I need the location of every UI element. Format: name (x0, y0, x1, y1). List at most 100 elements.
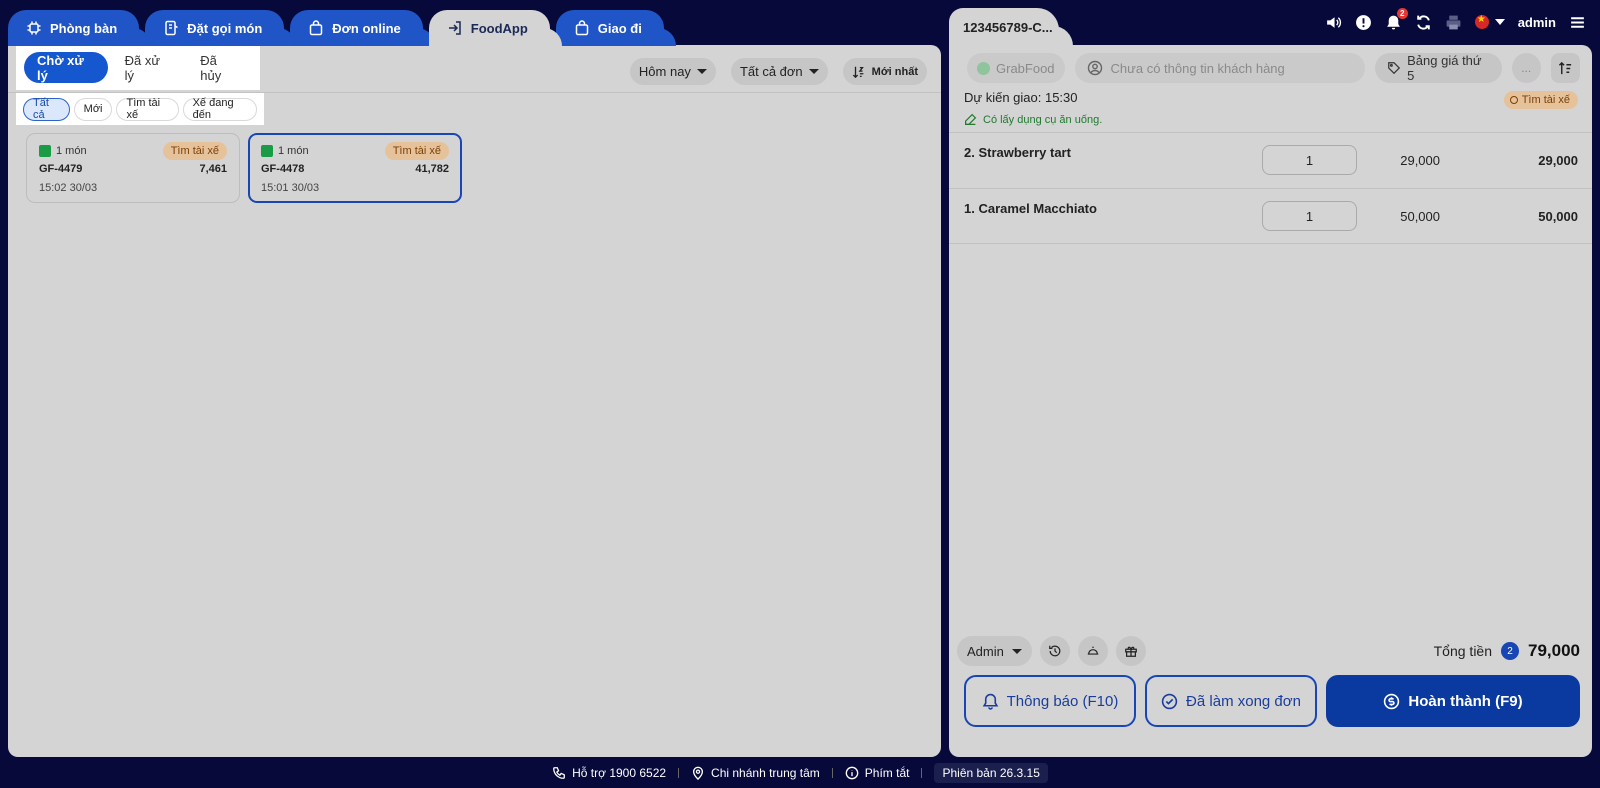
notify-button[interactable]: Thông báo (F10) (964, 675, 1136, 727)
phone-icon (552, 766, 566, 780)
tab-foodapp[interactable]: FoodApp (428, 10, 562, 46)
bag-icon (308, 20, 324, 36)
tab-phong-ban[interactable]: Phòng bàn (8, 10, 152, 46)
item-quantity-input[interactable]: 1 (1262, 145, 1357, 175)
order-type-dropdown[interactable]: Tất cả đơn (730, 58, 828, 85)
tab-label: Giao đi (597, 20, 642, 36)
filter-new[interactable]: Mới (73, 97, 113, 121)
tab-label: FoodApp (470, 20, 528, 36)
more-button[interactable]: ... (1511, 53, 1541, 83)
divider (921, 767, 923, 778)
sort-icon (1558, 61, 1573, 76)
customer-input[interactable]: Chưa có thông tin khách hàng (1074, 53, 1366, 83)
order-time: 15:02 30/03 (39, 182, 98, 194)
order-icon (163, 20, 179, 36)
check-circle-icon (1161, 693, 1178, 710)
refresh-icon[interactable] (1415, 14, 1432, 31)
order-amount: 7,461 (199, 163, 227, 175)
total-label: Tổng tiền (1433, 643, 1492, 659)
grabfood-icon (977, 61, 990, 75)
notification-count-badge: 2 (1396, 7, 1408, 19)
header-actions: 2 admin (1325, 7, 1586, 33)
order-amount: 41,782 (415, 163, 449, 175)
branch-link[interactable]: Chi nhánh trung tâm (691, 766, 820, 780)
action-buttons: Thông báo (F10) Đã làm xong đơn Hoàn thà… (964, 675, 1580, 727)
grabfood-logo-icon (39, 145, 51, 157)
caret-down-icon (1011, 648, 1022, 654)
tag-icon (1387, 61, 1401, 75)
order-type-label: Tất cả đơn (739, 64, 803, 79)
order-item-row[interactable]: 1. Caramel Macchiato 1 50,000 50,000 (949, 188, 1592, 244)
tab-dat-goi-mon[interactable]: Đặt gọi món (145, 10, 297, 46)
tab-label: Phòng bàn (50, 20, 118, 36)
status-tab-pending[interactable]: Chờ xử lý (24, 52, 108, 83)
staff-label: Admin (967, 643, 1004, 659)
order-summary-bar: Admin Tổng tiền 2 79,000 (957, 636, 1580, 666)
delivery-eta: Dự kiến giao: 15:30 (964, 90, 1078, 105)
version-label: Phiên bản 26.3.15 (934, 762, 1048, 783)
tab-don-online[interactable]: Đơn online (290, 10, 436, 46)
caret-down-icon[interactable] (1494, 19, 1505, 25)
item-quantity-input[interactable]: 1 (1262, 201, 1357, 231)
filter-driver-coming[interactable]: Xế đang đến (182, 97, 257, 121)
complete-button[interactable]: Hoàn thành (F9) (1326, 675, 1580, 727)
branch-label: Chi nhánh trung tâm (711, 765, 820, 780)
speaker-icon[interactable] (1325, 14, 1342, 31)
history-button[interactable] (1039, 636, 1070, 666)
current-user[interactable]: admin (1518, 15, 1556, 30)
service-bell-button[interactable] (1077, 636, 1108, 666)
total-item-count-badge: 2 (1501, 642, 1519, 660)
item-unit-price: 29,000 (1400, 153, 1440, 168)
item-unit-price: 50,000 (1400, 209, 1440, 224)
order-toolbar: GrabFood Chưa có thông tin khách hàng Bả… (967, 53, 1580, 83)
order-item-row[interactable]: 2. Strawberry tart 1 29,000 29,000 (949, 132, 1592, 188)
tab-label: Đơn online (332, 20, 401, 36)
divider (831, 767, 833, 778)
filter-finding-driver[interactable]: Tìm tài xế (116, 97, 179, 121)
sort-button[interactable]: Mới nhất (842, 58, 927, 85)
order-item-count: 1 món (278, 145, 309, 157)
alert-icon[interactable] (1355, 14, 1372, 31)
status-tab-cancelled[interactable]: Đã hủy (187, 52, 252, 83)
order-code: GF-4478 (261, 163, 305, 175)
date-filter-label: Hôm nay (638, 64, 691, 79)
tab-giao-di[interactable]: Giao đi (555, 10, 676, 46)
menu-icon[interactable] (1569, 14, 1586, 31)
support-link[interactable]: Hỗ trợ 1900 6522 (552, 766, 666, 780)
shortcuts-link[interactable]: Phím tắt (845, 766, 909, 780)
order-source-label: GrabFood (996, 60, 1055, 76)
price-list-selector[interactable]: Bảng giá thứ 5 (1375, 53, 1502, 83)
utensils-note: Có lấy dụng cụ ăn uống. (964, 113, 1102, 126)
printer-icon[interactable] (1445, 14, 1462, 31)
order-time: 15:01 30/03 (261, 182, 320, 194)
date-filter-dropdown[interactable]: Hôm nay (629, 58, 716, 85)
sort-icon (852, 65, 866, 79)
delivery-status-badge: Tìm tài xế (1503, 91, 1578, 109)
order-card[interactable]: 1 món Tìm tài xế GF-4479 7,461 15:02 30/… (26, 133, 240, 203)
status-tab-processed[interactable]: Đã xử lý (112, 52, 184, 83)
complete-label: Hoàn thành (F9) (1408, 692, 1523, 710)
filter-all[interactable]: Tất cả (23, 97, 70, 121)
order-card-selected[interactable]: 1 món Tìm tài xế GF-4478 41,782 15:01 30… (248, 133, 462, 203)
notify-label: Thông báo (F10) (1006, 692, 1119, 710)
dollar-circle-icon (1383, 693, 1400, 710)
item-line-total: 50,000 (1538, 209, 1578, 224)
order-item-count: 1 món (56, 145, 87, 157)
order-code: GF-4479 (39, 163, 83, 175)
info-circle-icon (845, 766, 859, 780)
total-value: 79,000 (1528, 641, 1580, 660)
staff-dropdown[interactable]: Admin (957, 636, 1032, 666)
order-done-button[interactable]: Đã làm xong đơn (1145, 675, 1317, 727)
notification-bell-icon[interactable]: 2 (1385, 7, 1408, 31)
sort-order-button[interactable] (1550, 53, 1580, 83)
order-detail-tab[interactable]: 123456789-C... (949, 8, 1073, 46)
service-bell-icon (1086, 644, 1100, 658)
gift-button[interactable] (1115, 636, 1146, 666)
edit-icon (964, 113, 977, 126)
tab-label: Đặt gọi món (187, 20, 263, 36)
vietnam-flag-icon[interactable] (1474, 14, 1489, 29)
table-icon (26, 20, 42, 36)
main-tabs: Phòng bàn Đặt gọi món Đơn online FoodApp… (8, 10, 676, 46)
footer: Hỗ trợ 1900 6522 Chi nhánh trung tâm Phí… (0, 757, 1600, 788)
bag-icon (574, 20, 590, 36)
